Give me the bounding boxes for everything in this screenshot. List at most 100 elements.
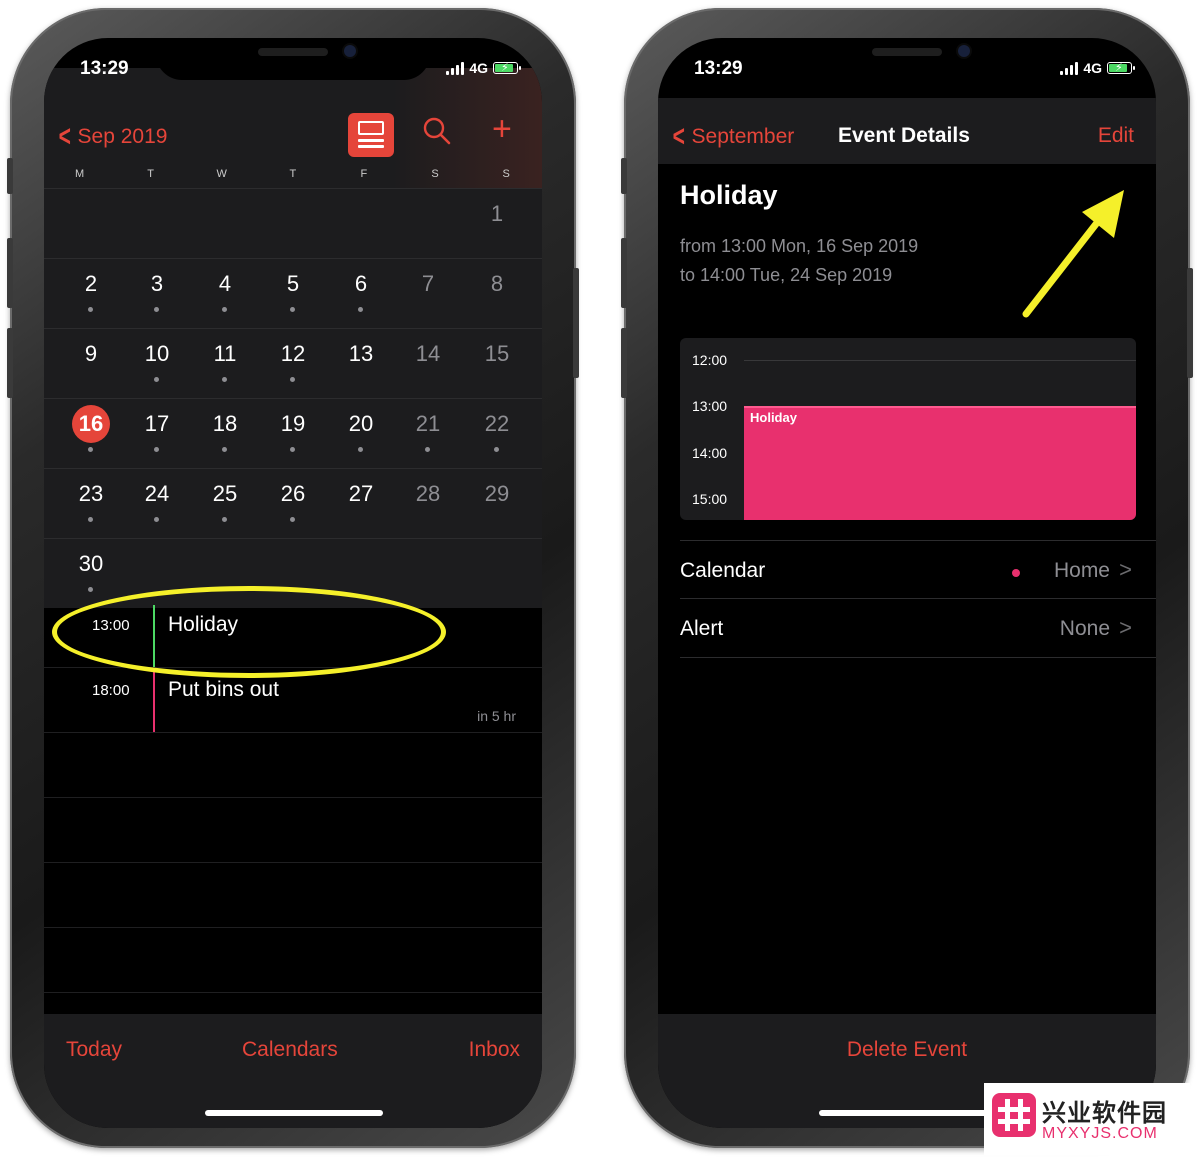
event-dot: [154, 447, 159, 452]
event-dot: [358, 307, 363, 312]
day-number: 30: [78, 551, 104, 576]
search-button[interactable]: [422, 116, 452, 146]
calendar-row-value: Home: [1053, 559, 1110, 582]
event-dot: [222, 377, 227, 382]
day-cell[interactable]: 1: [477, 201, 517, 227]
day-cell[interactable]: 23: [71, 481, 111, 522]
calendar-color-dot: [1012, 569, 1020, 577]
event-dot: [154, 377, 159, 382]
event-dot: [88, 517, 93, 522]
day-cell[interactable]: 10: [137, 341, 177, 382]
edit-button[interactable]: Edit: [1098, 124, 1134, 148]
network-label: 4G: [1083, 60, 1102, 76]
home-indicator[interactable]: [819, 1110, 997, 1116]
day-cell[interactable]: 7: [408, 271, 448, 297]
day-number: 21: [415, 411, 441, 436]
today-tab[interactable]: Today: [66, 1038, 122, 1062]
status-indicators: 4G ⚡: [1060, 60, 1135, 76]
calendars-tab[interactable]: Calendars: [242, 1038, 338, 1062]
empty-list-row: [44, 928, 542, 993]
day-number: 10: [144, 341, 170, 366]
day-cell[interactable]: 18: [205, 411, 245, 452]
event-dot: [222, 447, 227, 452]
event-dot: [88, 587, 93, 592]
day-cell[interactable]: 8: [477, 271, 517, 297]
front-camera: [958, 45, 970, 57]
day-cell[interactable]: 29: [477, 481, 517, 507]
day-timeline[interactable]: Holiday 12:00 13:00 14:00 15:00: [680, 338, 1136, 520]
timeline-event-block[interactable]: Holiday: [744, 406, 1136, 520]
chevron-right-icon: >: [1119, 615, 1132, 640]
day-cell[interactable]: 30: [71, 551, 111, 592]
day-cell[interactable]: 5: [273, 271, 313, 312]
list-view-toggle-button[interactable]: [348, 113, 394, 157]
inbox-tab[interactable]: Inbox: [469, 1038, 520, 1062]
delete-event-button[interactable]: Delete Event: [658, 1038, 1156, 1062]
empty-list-row: [44, 863, 542, 928]
speaker: [872, 48, 942, 56]
alert-row[interactable]: Alert None >: [680, 598, 1156, 658]
day-cell[interactable]: 24: [137, 481, 177, 522]
battery-icon: ⚡: [1107, 62, 1135, 74]
weekday-label: S: [502, 168, 510, 180]
event-to: to 14:00 Tue, 24 Sep 2019: [680, 265, 893, 285]
week-row: 1: [44, 188, 542, 258]
day-cell[interactable]: 4: [205, 271, 245, 312]
day-cell[interactable]: 25: [205, 481, 245, 522]
calendar-row[interactable]: Calendar Home >: [680, 540, 1156, 599]
weekday-label: M: [74, 168, 85, 180]
home-indicator[interactable]: [205, 1110, 383, 1116]
event-details-nav: < September Event Details Edit: [658, 98, 1156, 164]
event-dot: [222, 517, 227, 522]
empty-list-row: [44, 798, 542, 863]
event-row[interactable]: 18:00 Put bins out in 5 hr: [44, 668, 542, 733]
day-cell[interactable]: 27: [341, 481, 381, 507]
power-button: [1187, 268, 1193, 378]
day-cell[interactable]: 13: [341, 341, 381, 367]
month-back-button[interactable]: < Sep 2019: [56, 122, 168, 152]
event-title: Holiday: [680, 180, 778, 210]
event-dot: [358, 447, 363, 452]
day-cell-today[interactable]: 16: [71, 405, 111, 452]
day-cell[interactable]: 14: [408, 341, 448, 367]
day-number: 28: [415, 481, 441, 506]
day-cell[interactable]: 20: [341, 411, 381, 452]
add-event-button[interactable]: +: [492, 112, 512, 146]
day-cell[interactable]: 3: [137, 271, 177, 312]
day-cell[interactable]: 11: [205, 341, 245, 382]
empty-list-row: [44, 733, 542, 798]
event-dot: [290, 377, 295, 382]
nav-title: Event Details: [838, 124, 970, 147]
day-cell[interactable]: 6: [341, 271, 381, 312]
day-cell[interactable]: 9: [71, 341, 111, 367]
day-cell[interactable]: 21: [408, 411, 448, 452]
day-number: 1: [490, 201, 504, 226]
day-number: 18: [212, 411, 238, 436]
day-number: 3: [150, 271, 164, 296]
event-dot: [494, 447, 499, 452]
event-dot: [290, 307, 295, 312]
battery-icon: ⚡: [493, 62, 521, 74]
day-cell[interactable]: 26: [273, 481, 313, 522]
day-cell[interactable]: 15: [477, 341, 517, 367]
day-number: 24: [144, 481, 170, 506]
day-cell[interactable]: 19: [273, 411, 313, 452]
watermark-title: 兴业软件园: [1042, 1100, 1167, 1127]
screen-right: < September Event Details Edit 13:29 4G …: [658, 38, 1156, 1128]
day-cell[interactable]: 2: [71, 271, 111, 312]
event-dot: [290, 517, 295, 522]
september-back-button[interactable]: < September: [670, 122, 795, 152]
event-dot: [425, 447, 430, 452]
day-cell[interactable]: 28: [408, 481, 448, 507]
notch: [156, 38, 430, 80]
day-cell[interactable]: 17: [137, 411, 177, 452]
plus-icon: +: [492, 110, 512, 148]
day-number: 4: [218, 271, 232, 296]
day-number: 20: [348, 411, 374, 436]
weekday-label: F: [360, 168, 368, 180]
day-cell[interactable]: 22: [477, 411, 517, 452]
weekday-label: S: [431, 168, 439, 180]
day-cell[interactable]: 12: [273, 341, 313, 382]
mute-switch: [7, 158, 13, 194]
day-number: 27: [348, 481, 374, 506]
